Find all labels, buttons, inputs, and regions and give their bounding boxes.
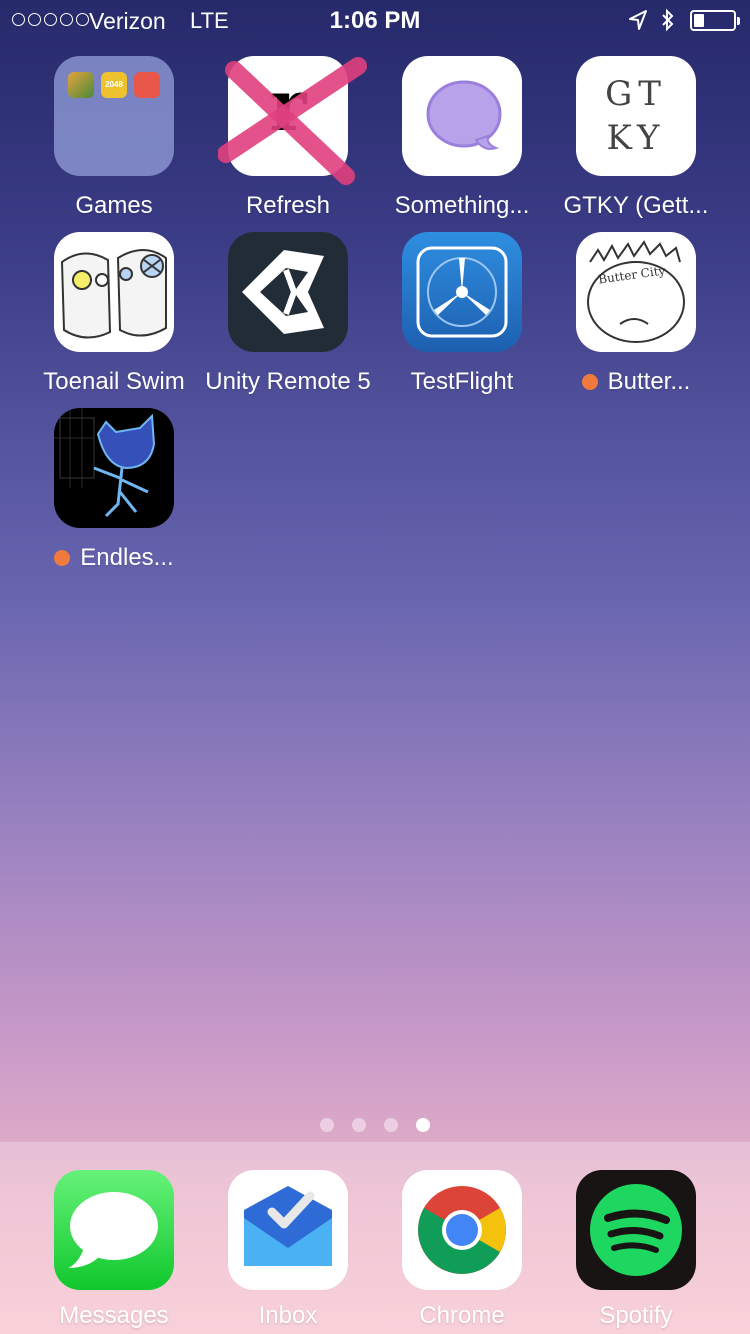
endless-blue-cat-icon (54, 408, 174, 528)
app-label: TestFlight (410, 368, 514, 395)
app-label: Endles... (80, 544, 174, 571)
dock: Messages Inbox Chrome Spotify (0, 1142, 750, 1334)
app-toenail-swim[interactable]: Toenail Swim (29, 232, 199, 396)
app-label: Something... (394, 192, 530, 219)
app-gtky[interactable]: GT KY GTKY (Gett... (551, 56, 721, 220)
app-butter[interactable]: Butter City Butter... (551, 232, 721, 396)
page-dot[interactable] (384, 1118, 398, 1132)
page-indicator[interactable] (0, 1118, 750, 1132)
dock-app-inbox[interactable]: Inbox (203, 1170, 373, 1330)
app-label: Refresh (245, 192, 331, 219)
gtky-art-icon: GT KY (576, 56, 696, 176)
games-folder-icon: 2048 (54, 56, 174, 176)
app-label: Toenail Swim (43, 368, 185, 395)
app-refresh[interactable]: r Refresh (203, 56, 373, 220)
messages-bubble-icon (54, 1170, 174, 1290)
dock-app-spotify[interactable]: Spotify (551, 1170, 721, 1330)
app-label: Butter... (607, 368, 691, 395)
subway-surfers-mini-icon (68, 72, 94, 98)
app-games-folder[interactable]: 2048 Games (29, 56, 199, 220)
dock-app-messages[interactable]: Messages (29, 1170, 199, 1330)
app-label: Games (75, 192, 153, 219)
spotify-logo-icon (576, 1170, 696, 1290)
app-label-with-badge: Butter... (581, 368, 691, 396)
app-label: Inbox (258, 1302, 318, 1329)
app-label: GTKY (Gett... (563, 192, 709, 219)
refresh-icon: r (218, 56, 367, 185)
new-install-dot (581, 374, 598, 390)
app-label: Messages (59, 1302, 169, 1329)
app-label: Chrome (419, 1302, 505, 1329)
testflight-propeller-icon (402, 232, 522, 352)
chrome-logo-icon (402, 1170, 522, 1290)
new-install-dot (54, 550, 71, 566)
page-dot-current[interactable] (416, 1118, 430, 1132)
app-something[interactable]: Something... (377, 56, 547, 220)
status-bar: Verizon LTE 1:06 PM (0, 0, 750, 40)
x-mark-icon (218, 57, 367, 185)
red-game-mini-icon (134, 72, 160, 98)
game-2048-mini-icon: 2048 (101, 72, 127, 98)
battery-icon (690, 10, 740, 31)
app-label-with-badge: Endles... (54, 544, 174, 572)
purple-speech-bubble-icon (402, 56, 522, 176)
bluetooth-icon (660, 8, 676, 38)
app-endless[interactable]: Endles... (29, 408, 199, 572)
butter-city-face-icon: Butter City (576, 232, 696, 352)
app-unity-remote[interactable]: Unity Remote 5 (203, 232, 373, 396)
app-testflight[interactable]: TestFlight (377, 232, 547, 396)
app-label: Spotify (599, 1302, 673, 1329)
inbox-envelope-icon (228, 1170, 348, 1290)
page-dot[interactable] (352, 1118, 366, 1132)
page-dot[interactable] (320, 1118, 334, 1132)
app-label: Unity Remote 5 (205, 368, 371, 395)
dock-app-chrome[interactable]: Chrome (377, 1170, 547, 1330)
unity-logo-icon (228, 232, 348, 352)
location-arrow-icon (628, 9, 648, 37)
toenail-faces-icon (54, 232, 174, 352)
